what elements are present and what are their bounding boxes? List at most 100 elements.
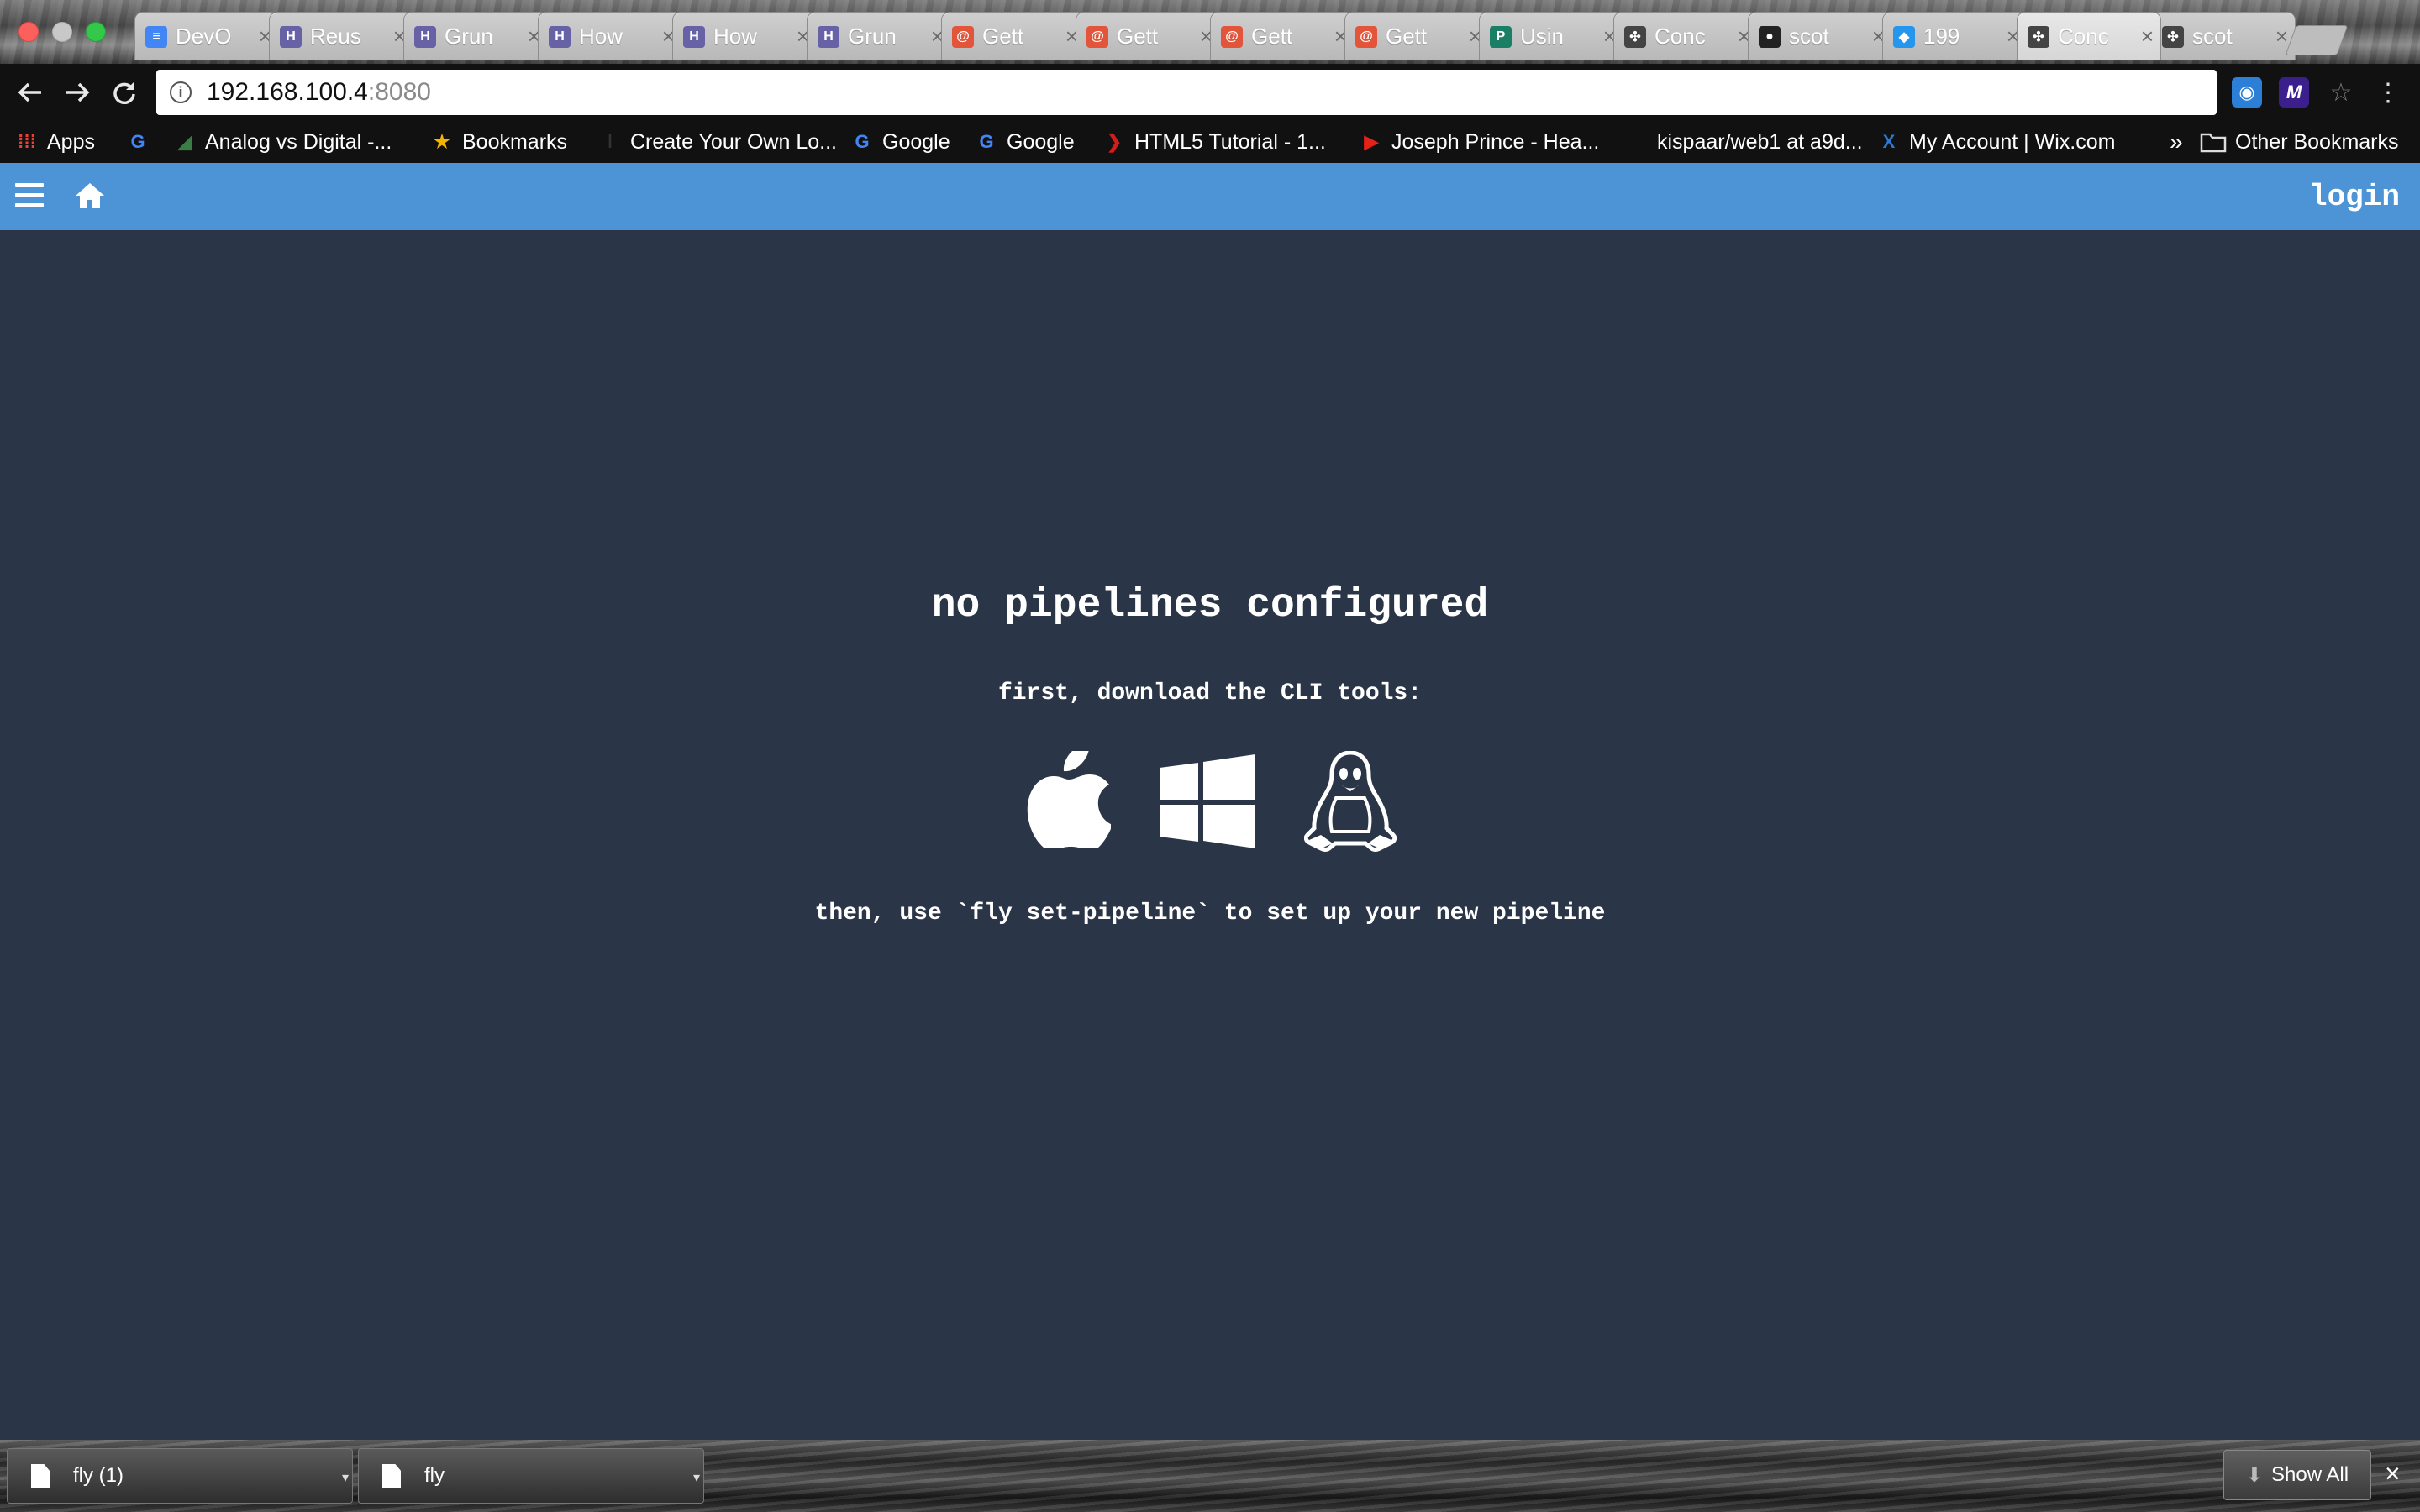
browser-tab[interactable]: ✣ Conc × <box>1613 12 1758 60</box>
browser-tab[interactable]: ● scot × <box>1748 12 1892 60</box>
download-filename: fly (1) <box>73 1464 124 1487</box>
bookmark-item[interactable]: ǀ Create Your Own Lo... <box>598 128 837 156</box>
bookmark-item[interactable]: X My Account | Wix.com <box>1877 128 2116 156</box>
bookmark-label: HTML5 Tutorial - 1... <box>1134 129 1326 154</box>
star-icon: ★ <box>434 131 450 152</box>
hamburger-menu-icon[interactable] <box>15 183 44 210</box>
bookmark-label: Bookmarks <box>462 129 568 154</box>
concourse-icon: ✣ <box>1624 25 1646 48</box>
browser-tab[interactable]: ✣ Conc × <box>2017 12 2161 60</box>
other-bookmarks-button[interactable]: Other Bookmarks <box>2200 128 2399 156</box>
apps-grid-icon: ⁞⁞⁞ <box>18 131 36 152</box>
browser-menu-icon[interactable]: ⋮ <box>2373 77 2403 108</box>
browser-tab[interactable]: H How × <box>672 12 817 60</box>
login-link[interactable]: login <box>2309 180 2400 214</box>
bookmark-star-icon[interactable]: ☆ <box>2326 77 2356 108</box>
app-header: login <box>0 163 2420 230</box>
bookmark-item[interactable]: ● kispaar/web1 at a9d... <box>1625 128 1862 156</box>
browser-tab[interactable]: @ Gett × <box>1076 12 1220 60</box>
zipper-icon: ǀ <box>607 131 613 152</box>
browser-tab[interactable]: H How × <box>538 12 682 60</box>
tab-title: 199 <box>1923 24 1960 49</box>
bookmark-item[interactable]: ◢ Analog vs Digital -... <box>173 128 392 156</box>
bookmark-label: Apps <box>47 129 95 154</box>
browser-tab-strip: ≡ DevO × H Reus × H Grun × H How × H How × H Grun × @ Gett ×… <box>0 0 2420 64</box>
swirl-icon: @ <box>1086 25 1108 48</box>
bookmark-item[interactable]: ⁞⁞⁞ Apps <box>15 128 95 156</box>
google-icon: G <box>130 131 145 152</box>
bookmark-label: Google <box>1007 129 1075 154</box>
github-icon: ● <box>1631 131 1643 152</box>
wix-icon: X <box>1882 131 1896 152</box>
address-bar[interactable]: i 192.168.100.4:8080 <box>156 70 2217 115</box>
bookmarks-bar: ⁞⁞⁞ Apps G ◢ Analog vs Digital -... ★ Bookmark… <box>0 121 2420 163</box>
tab-list: ≡ DevO × H Reus × H Grun × H How × H How × H Grun × @ Gett ×… <box>134 12 2296 60</box>
tab-title: How <box>713 24 758 49</box>
bookmark-label: Analog vs Digital -... <box>205 129 392 154</box>
browser-tab[interactable]: ✣ scot × <box>2151 12 2296 60</box>
bookmark-item[interactable]: ▶ Joseph Prince - Hea... <box>1360 128 1600 156</box>
docker-icon: ◆ <box>1893 25 1915 48</box>
setup-instruction: then, use `fly set-pipeline` to set up y… <box>814 900 1606 927</box>
bookmark-item[interactable]: G Google <box>975 128 1075 156</box>
bookmarks-overflow-button[interactable]: » <box>2170 128 2183 156</box>
tab-title: Gett <box>1117 24 1159 49</box>
bookmark-item[interactable]: G <box>126 128 150 156</box>
forward-arrow-icon <box>66 82 90 102</box>
reload-icon <box>113 82 135 104</box>
extension-1-icon[interactable]: ◉ <box>2232 77 2262 108</box>
address-host: 192.168.100.4 <box>207 78 368 106</box>
bookmark-label: My Account | Wix.com <box>1909 129 2116 154</box>
browser-tab[interactable]: H Grun × <box>807 12 951 60</box>
linux-tux-icon[interactable] <box>1304 751 1397 852</box>
close-download-shelf-icon[interactable]: × <box>2385 1458 2401 1489</box>
bookmark-item[interactable]: G Google <box>850 128 950 156</box>
browser-tab[interactable]: @ Gett × <box>941 12 1086 60</box>
swirl-icon: @ <box>952 25 974 48</box>
browser-tab[interactable]: H Reus × <box>269 12 413 60</box>
back-button[interactable] <box>12 74 49 111</box>
zoom-window-button[interactable] <box>86 22 106 42</box>
browser-tab[interactable]: P Usin × <box>1479 12 1623 60</box>
new-tab-button[interactable] <box>2285 25 2349 55</box>
browser-tab[interactable]: ◆ 199 × <box>1882 12 2027 60</box>
tab-close-icon[interactable]: × <box>2141 24 2154 50</box>
tab-title: Usin <box>1520 24 1565 49</box>
download-item[interactable]: fly (1) ▾ <box>7 1448 353 1504</box>
download-filename: fly <box>424 1464 445 1487</box>
forward-button[interactable] <box>59 74 96 111</box>
back-arrow-icon <box>18 82 41 102</box>
show-all-downloads-button[interactable]: ⬇ Show All <box>2223 1450 2371 1500</box>
heroku-icon: H <box>683 25 705 48</box>
bookmark-label: Google <box>882 129 950 154</box>
address-port: :8080 <box>367 78 431 106</box>
extension-2-icon[interactable]: M <box>2279 77 2309 108</box>
bookmark-item[interactable]: ❯ HTML5 Tutorial - 1... <box>1102 128 1326 156</box>
chevron-down-icon[interactable]: ▾ <box>342 1469 349 1486</box>
other-bookmarks-label: Other Bookmarks <box>2235 129 2399 154</box>
browser-tab[interactable]: ≡ DevO × <box>134 12 279 60</box>
windows-icon[interactable] <box>1160 754 1255 848</box>
browser-tab[interactable]: H Grun × <box>403 12 548 60</box>
tab-title: How <box>579 24 623 49</box>
file-icon <box>31 1464 50 1488</box>
apple-icon[interactable] <box>1027 751 1111 848</box>
download-item[interactable]: fly ▾ <box>358 1448 704 1504</box>
browser-tab[interactable]: @ Gett × <box>1344 12 1489 60</box>
download-prompt: first, download the CLI tools: <box>997 680 1423 706</box>
bookmark-item[interactable]: ★ Bookmarks <box>430 128 567 156</box>
browser-tab[interactable]: @ Gett × <box>1210 12 1355 60</box>
cli-download-links <box>1020 751 1398 852</box>
tab-close-icon[interactable]: × <box>2275 24 2288 50</box>
tab-title: scot <box>1789 24 1829 49</box>
minimize-window-button[interactable] <box>52 22 72 42</box>
close-window-button[interactable] <box>18 22 39 42</box>
heroku-icon: H <box>280 25 302 48</box>
file-icon <box>382 1464 401 1488</box>
site-info-icon[interactable]: i <box>170 81 192 103</box>
home-icon[interactable] <box>74 180 106 212</box>
reload-button[interactable] <box>106 74 143 111</box>
tab-title: Gett <box>982 24 1024 49</box>
chevron-down-icon[interactable]: ▾ <box>693 1469 700 1486</box>
github-icon: ● <box>1759 25 1781 48</box>
